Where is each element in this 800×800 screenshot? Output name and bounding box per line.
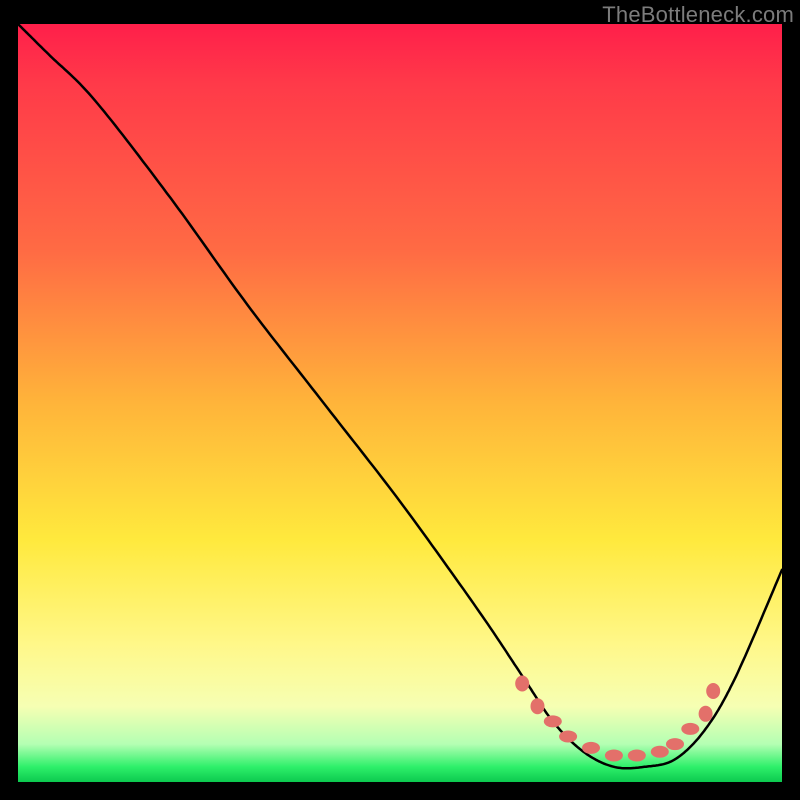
highlight-marker [681,723,699,735]
chart-container: TheBottleneck.com [0,0,800,800]
highlight-marker [559,731,577,743]
bottleneck-curve-path [18,24,782,768]
highlight-marker [666,738,684,750]
highlight-marker [651,746,669,758]
highlight-marker [628,750,646,762]
plot-area [18,24,782,782]
highlight-marker [531,698,545,714]
highlight-marker [706,683,720,699]
highlight-marker [515,676,529,692]
highlight-marker [544,715,562,727]
curve-svg [18,24,782,782]
highlight-marker [582,742,600,754]
highlight-marker [699,706,713,722]
highlight-marker [605,750,623,762]
